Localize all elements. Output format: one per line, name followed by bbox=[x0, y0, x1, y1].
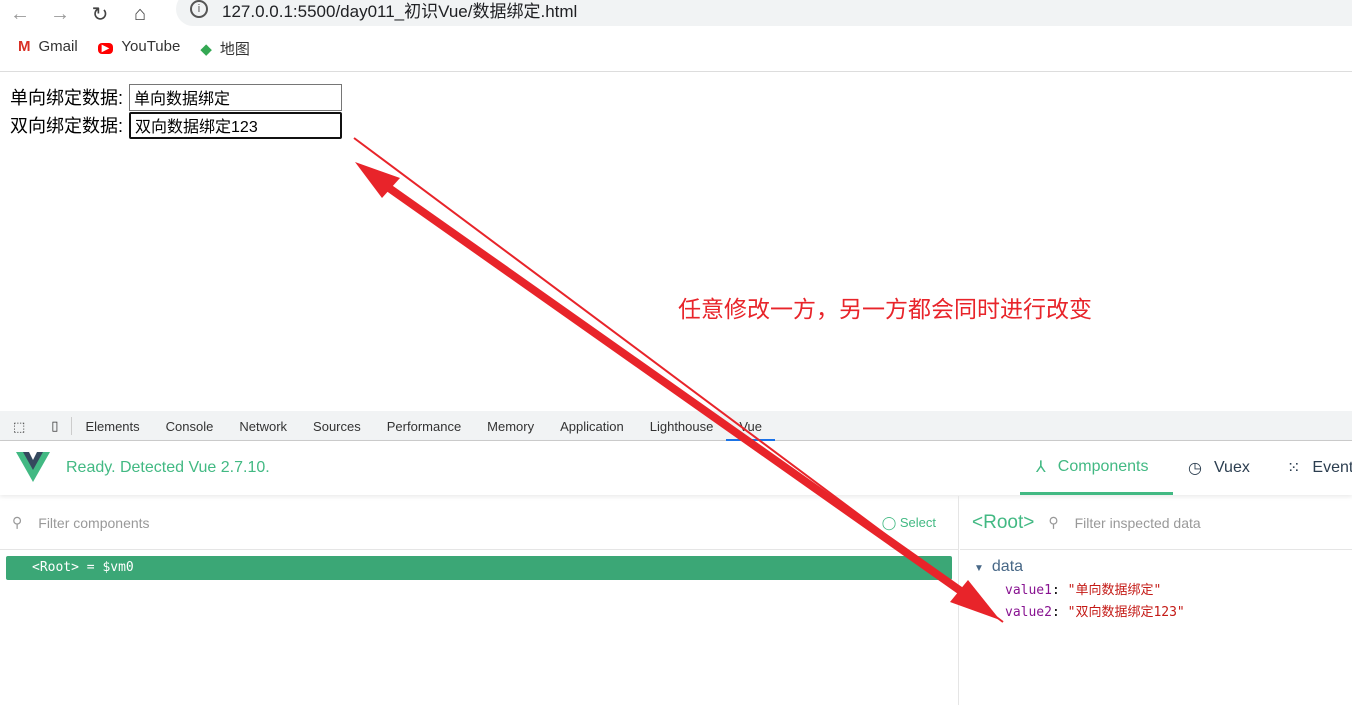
tab-application[interactable]: Application bbox=[547, 411, 637, 441]
arrowhead-up bbox=[355, 162, 400, 198]
nav-label: Components bbox=[1057, 457, 1149, 475]
one-way-label: 单向绑定数据: bbox=[10, 88, 124, 108]
data-field: value1: "单向数据绑定" bbox=[1005, 583, 1162, 598]
nav-label: Vuex bbox=[1213, 459, 1250, 476]
events-icon: ⁙ bbox=[1287, 460, 1301, 477]
search-icon: ⚲ bbox=[12, 514, 23, 530]
components-panel: ⚲ Filter components ◯ Select <Root> = $vm0 bbox=[0, 496, 959, 705]
field-key: value1 bbox=[1005, 583, 1052, 598]
nav-label: Events bbox=[1312, 459, 1352, 476]
components-icon: ⅄ bbox=[1036, 458, 1046, 476]
binding-form: 单向绑定数据: 双向绑定数据: bbox=[10, 83, 343, 139]
inspector-panel: <Root> ⚲ Filter inspected data ▼ data value… bbox=[960, 496, 1352, 705]
two-way-label: 双向绑定数据: bbox=[10, 116, 124, 136]
filter-components-input[interactable]: Filter components bbox=[38, 515, 881, 531]
address-bar[interactable]: i 127.0.0.1:5500/day011_初识Vue/数据绑定.html bbox=[176, 0, 1352, 26]
tab-network[interactable]: Network bbox=[226, 411, 300, 441]
bookmark-label: 地图 bbox=[219, 41, 250, 58]
one-way-input[interactable] bbox=[129, 83, 343, 111]
vue-header: Ready. Detected Vue 2.7.10. ⅄ Components … bbox=[0, 441, 1352, 495]
data-section-toggle[interactable]: ▼ data bbox=[960, 550, 1352, 580]
bookmark-gmail[interactable]: M Gmail bbox=[18, 38, 78, 59]
tab-console[interactable]: Console bbox=[153, 411, 227, 441]
inspect-icon[interactable]: ⬚ bbox=[0, 411, 38, 441]
component-row-root[interactable]: <Root> = $vm0 bbox=[6, 556, 952, 580]
bookmark-label: Gmail bbox=[38, 38, 78, 55]
nav-vuex[interactable]: ◷ Vuex bbox=[1188, 441, 1250, 495]
bookmark-maps[interactable]: ◆ 地图 bbox=[200, 38, 250, 59]
bookmark-youtube[interactable]: ▶ YouTube bbox=[97, 38, 181, 59]
info-icon[interactable]: i bbox=[190, 0, 208, 18]
caret-down-icon: ▼ bbox=[974, 563, 984, 574]
tab-sources[interactable]: Sources bbox=[300, 411, 374, 441]
section-label: data bbox=[991, 558, 1024, 575]
field-value[interactable]: "单向数据绑定" bbox=[1068, 583, 1162, 598]
devtools-tabbar: ⬚ ▯ Elements Console Network Sources Per… bbox=[0, 411, 1352, 441]
tab-memory[interactable]: Memory bbox=[474, 411, 547, 441]
reload-icon[interactable]: ↻ bbox=[80, 2, 120, 27]
filter-inspected-input[interactable]: Filter inspected data bbox=[1075, 515, 1201, 531]
two-way-input[interactable] bbox=[129, 111, 343, 139]
tab-vue[interactable]: Vue bbox=[726, 411, 776, 441]
search-icon: ⚲ bbox=[1048, 514, 1059, 530]
field-key: value2 bbox=[1005, 605, 1052, 620]
nav-events[interactable]: ⁙ Events bbox=[1287, 441, 1352, 495]
data-field: value2: "双向数据绑定123" bbox=[1005, 605, 1185, 620]
forward-icon[interactable]: → bbox=[40, 3, 80, 26]
back-icon[interactable]: ← bbox=[0, 3, 40, 26]
vue-logo-icon bbox=[16, 452, 50, 482]
annotation-text: 任意修改一方，另一方都会同时进行改变 bbox=[678, 296, 1092, 322]
bookmark-label: YouTube bbox=[121, 38, 181, 55]
tab-elements[interactable]: Elements bbox=[72, 411, 152, 441]
status-text: Ready. Detected Vue 2.7.10. bbox=[66, 459, 270, 476]
divider bbox=[0, 71, 1352, 72]
select-label: Select bbox=[899, 514, 936, 530]
home-icon[interactable]: ⌂ bbox=[120, 3, 160, 26]
device-icon[interactable]: ▯ bbox=[38, 416, 73, 435]
bookmarks-bar: M Gmail ▶ YouTube ◆ 地图 bbox=[18, 38, 250, 59]
gmail-icon: M bbox=[18, 38, 31, 55]
select-button[interactable]: ◯ Select bbox=[882, 515, 936, 531]
youtube-icon: ▶ bbox=[97, 43, 114, 54]
inspected-component-title: <Root> bbox=[972, 511, 1035, 533]
tab-lighthouse[interactable]: Lighthouse bbox=[637, 411, 727, 441]
nav-components[interactable]: ⅄ Components bbox=[1020, 441, 1173, 495]
maps-icon: ◆ bbox=[200, 41, 212, 58]
field-value[interactable]: "双向数据绑定123" bbox=[1068, 605, 1185, 620]
url-text: 127.0.0.1:5500/day011_初识Vue/数据绑定.html bbox=[222, 1, 578, 21]
history-icon: ◷ bbox=[1188, 460, 1202, 477]
tab-performance[interactable]: Performance bbox=[374, 411, 474, 441]
